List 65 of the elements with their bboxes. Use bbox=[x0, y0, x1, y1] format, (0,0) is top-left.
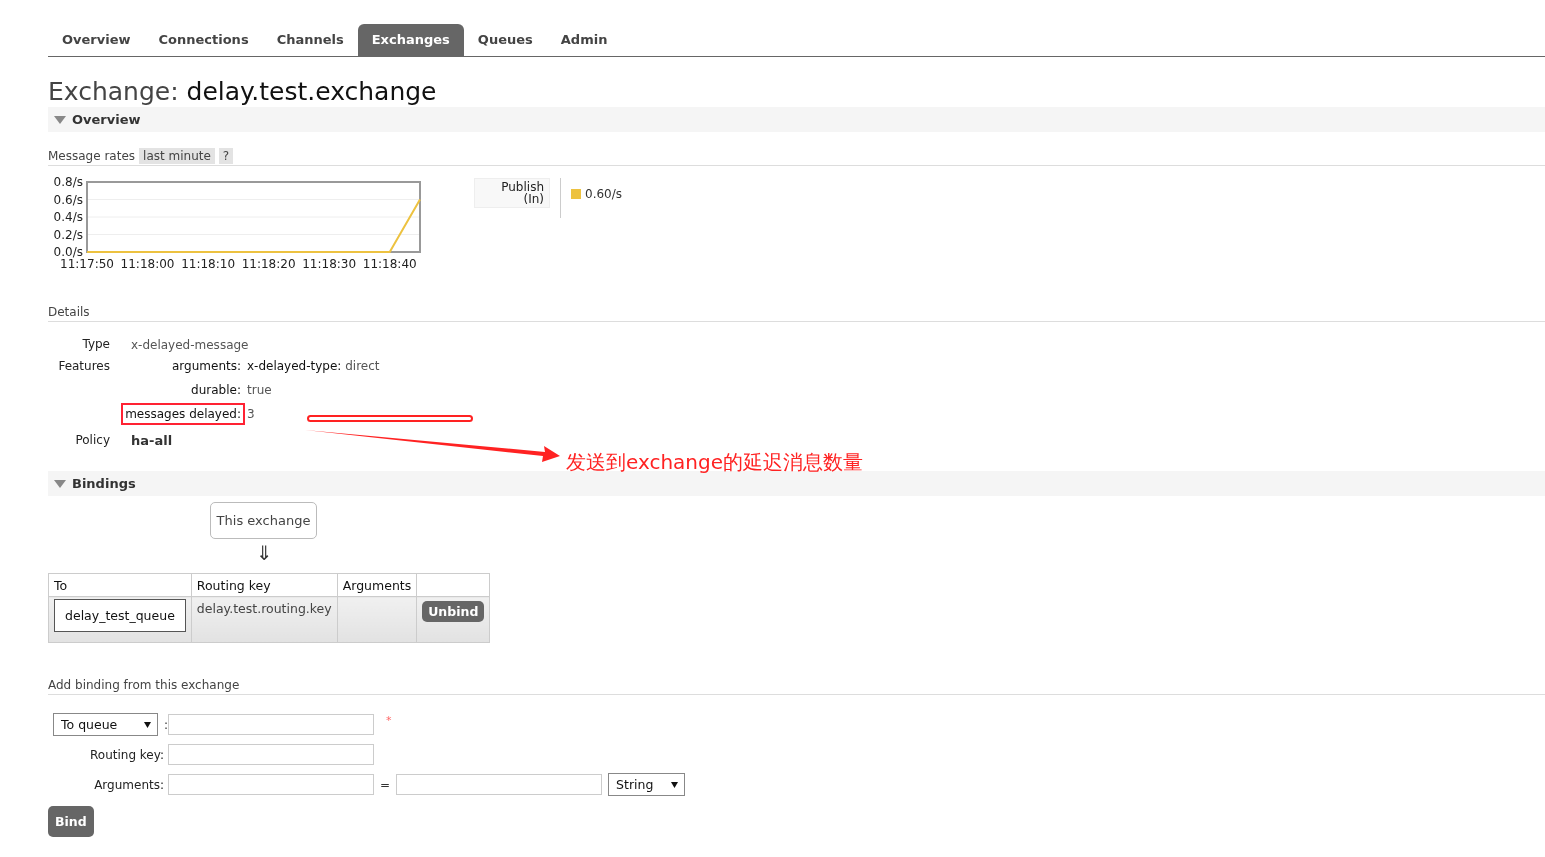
nav-tab[interactable]: Overview bbox=[48, 24, 145, 56]
axis-label: 0.2/s bbox=[53, 227, 83, 242]
expand-icon[interactable] bbox=[54, 115, 66, 124]
down-arrow: ⇓ bbox=[256, 540, 272, 567]
equals-sign: = bbox=[380, 777, 391, 792]
axis-label: 0.8/s bbox=[53, 176, 83, 189]
legend-label: Publish (In) bbox=[474, 178, 550, 208]
dropdown-icon bbox=[671, 781, 679, 788]
routing-key-field[interactable] bbox=[168, 744, 374, 765]
axis-label: 0.6/s bbox=[53, 192, 83, 207]
separator: : bbox=[163, 717, 168, 732]
table-cell: delay.test.routing.key bbox=[196, 601, 332, 616]
unbind-button[interactable]: Unbind bbox=[422, 601, 485, 622]
nav-tab[interactable]: Exchanges bbox=[357, 24, 464, 56]
field-label: Type bbox=[81, 336, 110, 353]
queue-link[interactable]: delay_test_queue bbox=[54, 599, 186, 632]
page-title: Exchange: delay.test.exchange bbox=[48, 77, 438, 107]
field-label: Policy bbox=[74, 432, 110, 449]
axis-label: 11:18:30 bbox=[302, 257, 357, 271]
axis-label: 0.4/s bbox=[53, 210, 83, 224]
axis-label: 11:18:00 bbox=[120, 257, 175, 271]
axis-label: 11:18:20 bbox=[241, 257, 296, 271]
destination-field[interactable] bbox=[168, 714, 374, 735]
field-label: Features bbox=[57, 358, 110, 375]
section-title: Bindings bbox=[72, 476, 136, 491]
destination-select[interactable]: To queue bbox=[53, 713, 158, 736]
field-value: x-delayed-message bbox=[131, 337, 249, 354]
range-selector[interactable]: last minute bbox=[139, 147, 215, 164]
column-header: Routing key bbox=[191, 573, 338, 597]
annotation-text: 发送到exchange的延迟消息数量 bbox=[566, 450, 864, 474]
column-header: Arguments bbox=[337, 573, 417, 597]
feature-value: 3 bbox=[247, 407, 255, 421]
section-label: Add binding from this exchange bbox=[48, 677, 240, 692]
nav-tab[interactable]: Admin bbox=[546, 24, 622, 56]
field-label: Arguments: bbox=[93, 777, 165, 792]
field-value: ha-all bbox=[131, 432, 173, 450]
axis-label: 11:18:40 bbox=[362, 257, 417, 271]
bind-button[interactable]: Bind bbox=[48, 806, 94, 837]
nav-tab[interactable]: Queues bbox=[463, 24, 547, 56]
section-title: Overview bbox=[72, 112, 141, 127]
nav-tab[interactable]: Channels bbox=[262, 24, 358, 56]
exchange-node: This exchange bbox=[210, 502, 317, 539]
column-header: To bbox=[48, 573, 192, 597]
section-label: Message rates bbox=[48, 148, 136, 163]
section-header[interactable]: Overview bbox=[48, 107, 1545, 132]
legend-swatch bbox=[571, 189, 581, 199]
argument-key-field[interactable] bbox=[168, 774, 374, 795]
feature-label: arguments: bbox=[172, 359, 241, 373]
feature-value: true bbox=[247, 383, 272, 397]
axis-label: 11:18:10 bbox=[181, 257, 236, 271]
field-label: Routing key: bbox=[89, 747, 165, 762]
section-label: Details bbox=[48, 304, 90, 319]
axis-label: 0.0/s bbox=[53, 245, 83, 259]
dropdown-icon bbox=[143, 721, 151, 728]
feature-value: direct bbox=[345, 359, 380, 373]
argument-label: x-delayed-type: bbox=[247, 359, 342, 373]
help-button[interactable]: ? bbox=[218, 147, 234, 164]
rate-value: 0.60/s bbox=[585, 187, 622, 201]
axis-label: 11:17:50 bbox=[60, 257, 114, 271]
nav-tab[interactable]: Connections bbox=[144, 24, 263, 56]
expand-icon[interactable] bbox=[54, 479, 66, 488]
type-select[interactable]: String bbox=[608, 773, 686, 796]
feature-label: durable: bbox=[191, 383, 241, 397]
argument-value-field[interactable] bbox=[396, 774, 603, 795]
required-mark: * bbox=[386, 714, 392, 727]
